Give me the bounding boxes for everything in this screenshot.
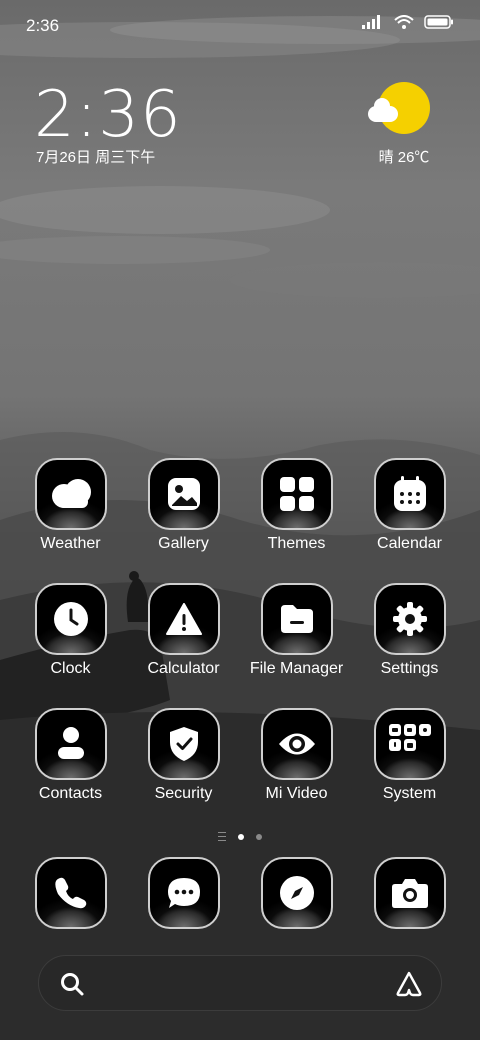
app-file-manager[interactable]: File Manager xyxy=(240,583,353,678)
app-label: Mi Video xyxy=(265,785,328,802)
app-label: System xyxy=(382,785,437,802)
dock-camera[interactable] xyxy=(353,857,466,929)
sun-cloud-icon xyxy=(368,82,430,134)
app-mi-video[interactable]: Mi Video xyxy=(240,708,353,803)
app-clock[interactable]: Clock xyxy=(14,583,127,678)
phone-icon xyxy=(34,857,107,929)
app-themes[interactable]: Themes xyxy=(240,458,353,553)
page-indicator[interactable] xyxy=(0,832,480,841)
themes-grid-icon xyxy=(260,458,333,530)
page-dot-2 xyxy=(256,833,262,840)
app-label: Weather xyxy=(40,535,101,552)
message-icon xyxy=(147,857,220,929)
app-label: Contacts xyxy=(38,785,103,802)
clock-icon xyxy=(34,583,107,655)
gear-icon xyxy=(373,583,446,655)
app-contacts[interactable]: Contacts xyxy=(14,708,127,803)
system-folder-icon xyxy=(373,708,446,780)
app-label: File Manager xyxy=(249,660,344,677)
compass-icon xyxy=(260,857,333,929)
assistant-icon[interactable] xyxy=(395,970,423,998)
clock-widget-date: 7月26日 周三下午 xyxy=(36,149,156,166)
app-gallery[interactable]: Gallery xyxy=(127,458,240,553)
app-security[interactable]: Security xyxy=(127,708,240,803)
person-icon xyxy=(34,708,107,780)
app-weather[interactable]: Weather xyxy=(14,458,127,553)
camera-icon xyxy=(373,857,446,929)
app-settings[interactable]: Settings xyxy=(353,583,466,678)
signal-icon xyxy=(362,15,380,29)
gallery-icon xyxy=(147,458,220,530)
app-label: Calculator xyxy=(147,660,220,677)
app-label: Clock xyxy=(50,660,91,677)
app-calculator[interactable]: Calculator xyxy=(127,583,240,678)
weather-text: 晴 26℃ xyxy=(378,149,430,166)
battery-icon xyxy=(424,15,453,29)
search-icon xyxy=(61,973,84,996)
folder-icon xyxy=(260,583,333,655)
app-label: Calendar xyxy=(377,535,442,552)
dock-messages[interactable] xyxy=(127,857,240,929)
shield-check-icon xyxy=(147,708,220,780)
app-label: Security xyxy=(154,785,213,802)
app-label: Themes xyxy=(267,535,326,552)
app-list-indicator-icon xyxy=(218,832,226,841)
clock-widget-time[interactable]: 2:36 xyxy=(34,78,182,152)
eye-icon xyxy=(260,708,333,780)
weather-widget[interactable]: 晴 26℃ xyxy=(364,82,444,167)
page-dot-1 xyxy=(238,833,244,840)
app-label: Settings xyxy=(380,660,439,677)
search-bar[interactable] xyxy=(38,955,442,1011)
calendar-icon xyxy=(373,458,446,530)
weather-cloud-icon xyxy=(34,458,107,530)
app-calendar[interactable]: Calendar xyxy=(353,458,466,553)
dock-browser[interactable] xyxy=(240,857,353,929)
status-time: 2:36 xyxy=(26,16,60,35)
app-system[interactable]: System xyxy=(353,708,466,803)
status-bar: 2:36 xyxy=(0,0,480,50)
warning-triangle-icon xyxy=(147,583,220,655)
wifi-icon xyxy=(394,15,414,29)
app-label: Gallery xyxy=(158,535,209,552)
dock-phone[interactable] xyxy=(14,857,127,929)
